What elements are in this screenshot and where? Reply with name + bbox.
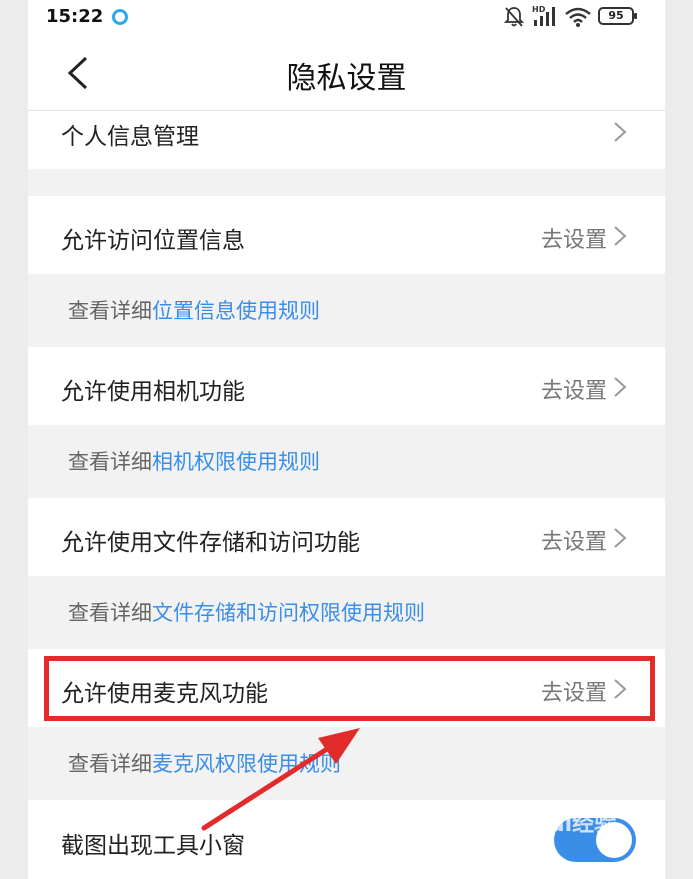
row-personal-info-label: 个人信息管理 bbox=[61, 124, 199, 150]
row-storage-label: 允许使用文件存储和访问功能 bbox=[61, 530, 360, 556]
chevron-right-icon bbox=[614, 377, 627, 397]
row-camera-action: 去设置 bbox=[540, 379, 607, 404]
hint-prefix: 查看详细 bbox=[68, 601, 152, 625]
hint-camera: 查看详细相机权限使用规则 bbox=[68, 446, 320, 476]
row-microphone-label: 允许使用麦克风功能 bbox=[61, 681, 268, 707]
row-camera-label: 允许使用相机功能 bbox=[61, 379, 245, 405]
hint-prefix: 查看详细 bbox=[68, 299, 152, 323]
page-title: 隐私设置 bbox=[286, 61, 407, 96]
status-bar: 15:22 HD 95 bbox=[28, 0, 665, 36]
chevron-right-icon bbox=[614, 679, 627, 699]
status-time: 15:22 bbox=[46, 6, 104, 27]
battery-icon: 95 bbox=[598, 7, 637, 25]
chevron-right-icon bbox=[614, 226, 627, 246]
app-screen: 15:22 HD 95 隐私设置 个人信息管理 允许访问位置信息 去设置 查看详… bbox=[28, 0, 665, 879]
red-arrow-annotation bbox=[201, 728, 360, 831]
row-location[interactable]: 允许访问位置信息 去设置 bbox=[28, 196, 665, 274]
hint-prefix: 查看详细 bbox=[68, 450, 152, 474]
qq-notification-icon bbox=[112, 9, 128, 25]
link-storage-rules[interactable]: 文件存储和访问权限使用规则 bbox=[152, 601, 425, 625]
link-camera-rules[interactable]: 相机权限使用规则 bbox=[152, 450, 320, 474]
row-camera[interactable]: 允许使用相机功能 去设置 bbox=[28, 347, 665, 425]
row-location-label: 允许访问位置信息 bbox=[61, 228, 245, 254]
hint-storage: 查看详细文件存储和访问权限使用规则 bbox=[68, 597, 425, 627]
hint-prefix: 查看详细 bbox=[68, 752, 152, 776]
row-microphone-action: 去设置 bbox=[540, 681, 607, 706]
chevron-right-icon bbox=[614, 528, 627, 548]
wifi-icon bbox=[565, 7, 591, 27]
link-location-rules[interactable]: 位置信息使用规则 bbox=[152, 299, 320, 323]
row-storage-action: 去设置 bbox=[540, 530, 607, 555]
baidu-watermark: Bai经验 bbox=[533, 812, 617, 837]
hint-location: 查看详细位置信息使用规则 bbox=[68, 295, 320, 325]
row-storage[interactable]: 允许使用文件存储和访问功能 去设置 bbox=[28, 498, 665, 576]
nav-header: 隐私设置 bbox=[28, 36, 665, 111]
row-microphone[interactable]: 允许使用麦克风功能 去设置 bbox=[28, 649, 665, 727]
row-location-action: 去设置 bbox=[540, 228, 607, 253]
mute-bell-icon bbox=[504, 7, 524, 27]
row-personal-info[interactable]: 个人信息管理 bbox=[28, 111, 665, 169]
chevron-right-icon bbox=[614, 122, 627, 142]
signal-hd-icon: HD bbox=[532, 5, 555, 26]
network-label: HD bbox=[532, 5, 546, 14]
